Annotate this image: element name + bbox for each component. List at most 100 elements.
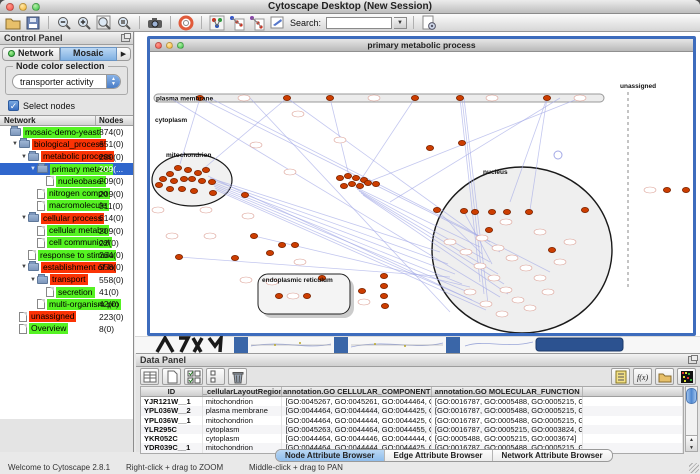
tree-row[interactable]: ▼establishment of lo558(0) (0, 261, 133, 273)
unselect-attributes-icon[interactable] (206, 368, 225, 385)
tree-row[interactable]: mosaic-demo-yeast874(0) (0, 126, 133, 138)
network-node[interactable] (208, 179, 215, 184)
select-attributes-icon[interactable] (184, 368, 203, 385)
delete-attribute-icon[interactable] (228, 368, 247, 385)
search-config-icon[interactable] (420, 15, 438, 31)
network-node[interactable] (344, 173, 351, 178)
annotation-icon[interactable] (268, 15, 286, 31)
network-node[interactable] (266, 250, 273, 255)
zoom-selected-icon[interactable] (115, 15, 133, 31)
expander-icon[interactable]: ▼ (20, 215, 28, 221)
network-node[interactable] (188, 176, 195, 181)
attribute-table-icon[interactable] (140, 368, 159, 385)
network-node[interactable] (411, 95, 418, 100)
column-header[interactable]: ID (141, 387, 203, 396)
network-node[interactable] (488, 209, 495, 214)
snapshot-icon[interactable] (146, 15, 164, 31)
network-node[interactable] (471, 209, 478, 214)
network-node[interactable] (190, 188, 197, 193)
network-node[interactable] (503, 209, 510, 214)
tree-row[interactable]: nucleobase-209(0) (0, 175, 133, 187)
window-titlebar[interactable]: Cytoscape Desktop (New Session) (0, 0, 700, 14)
tree-row[interactable]: cell communicat22(0) (0, 237, 133, 249)
tree-row[interactable]: nitrogen compo209(0) (0, 187, 133, 199)
layout-icon[interactable] (208, 15, 226, 31)
network-node[interactable] (231, 255, 238, 260)
network-node[interactable] (485, 227, 492, 232)
zoom-in-icon[interactable] (75, 15, 93, 31)
tree-row[interactable]: Overview8(0) (0, 323, 133, 335)
tree-row[interactable]: ▼transport558(0) (0, 274, 133, 286)
network-node[interactable] (458, 140, 465, 145)
network-node[interactable] (209, 190, 216, 195)
network-node[interactable] (460, 208, 467, 213)
network-node[interactable] (155, 182, 162, 187)
import-attributes-icon[interactable] (655, 368, 674, 385)
network-node[interactable] (166, 171, 173, 176)
network-node[interactable] (275, 293, 282, 298)
resize-grip[interactable] (689, 463, 699, 473)
network-node[interactable] (348, 181, 355, 186)
help-icon[interactable] (177, 15, 195, 31)
tree-row[interactable]: ▼biological_process651(0) (0, 138, 133, 150)
network-node[interactable] (525, 209, 532, 214)
expander-icon[interactable]: ▼ (20, 154, 28, 160)
tree-row[interactable]: ▼metabolic process280(0) (0, 151, 133, 163)
network-node[interactable] (426, 145, 433, 150)
network-node[interactable] (202, 167, 209, 172)
network-node[interactable] (291, 242, 298, 247)
network-node[interactable] (548, 247, 555, 252)
expander-icon[interactable]: ▼ (11, 141, 19, 147)
table-row[interactable]: YPL036W__1mitochondrion[GO:0044464, GO:0… (141, 416, 683, 425)
zoom-out-icon[interactable] (55, 15, 73, 31)
network-node[interactable] (178, 186, 185, 191)
network-window-titlebar[interactable]: primary metabolic process (150, 39, 693, 52)
network-node[interactable] (174, 165, 181, 170)
table-row[interactable]: YPL036W__2plasma membrane[GO:0044464, GO… (141, 406, 683, 415)
heatmap-icon[interactable] (677, 368, 696, 385)
network-node[interactable] (364, 180, 371, 185)
tree-row[interactable]: macromolecule311(0) (0, 200, 133, 212)
network-node[interactable] (352, 175, 359, 180)
expander-icon[interactable]: ▼ (29, 277, 37, 283)
network-node[interactable] (380, 293, 387, 298)
node-color-dropdown[interactable]: transporter activity ▲▼ (12, 74, 121, 89)
network-node[interactable] (159, 176, 166, 181)
new-attribute-icon[interactable] (162, 368, 181, 385)
table-scrollbar[interactable]: ▲▼ (685, 386, 698, 452)
network-node[interactable] (241, 192, 248, 197)
column-header[interactable]: annotation.GO MOLECULAR_FUNCTION (432, 387, 583, 396)
network-node[interactable] (682, 187, 689, 192)
network-node[interactable] (381, 303, 388, 308)
more-tabs-icon[interactable]: ▶ (117, 47, 131, 61)
save-button[interactable] (24, 15, 42, 31)
network-node[interactable] (166, 186, 173, 191)
tree-row[interactable]: ▼primary metabo209(... (0, 163, 133, 175)
network-node[interactable] (356, 183, 363, 188)
tab-edge-attribute-browser[interactable]: Edge Attribute Browser (385, 450, 493, 461)
network-node[interactable] (278, 242, 285, 247)
network-node[interactable] (358, 288, 365, 293)
search-dropdown-icon[interactable]: ▼ (394, 17, 407, 29)
tree-row[interactable]: cellular metabo209(0) (0, 224, 133, 236)
table-row[interactable]: YLR295Ccytoplasm[GO:0045263, GO:0044464,… (141, 425, 683, 434)
network-node[interactable] (581, 207, 588, 212)
network-node[interactable] (663, 187, 670, 192)
open-file-button[interactable] (4, 15, 22, 31)
attribute-list-icon[interactable] (611, 368, 630, 385)
expand-neighbors-icon[interactable] (248, 15, 266, 31)
network-node[interactable] (380, 283, 387, 288)
column-header[interactable]: annotation.GO CELLULAR_COMPONENT (282, 387, 431, 396)
network-node[interactable] (433, 207, 440, 212)
search-input[interactable] (326, 17, 392, 29)
column-header[interactable]: _cellularLayoutRegion (203, 387, 283, 396)
network-node[interactable] (326, 95, 333, 100)
network-node[interactable] (380, 273, 387, 278)
table-row[interactable]: YJR121W__1mitochondrion[GO:0045267, GO:0… (141, 397, 683, 406)
network-window[interactable]: primary metabolic process plasma membran… (147, 36, 696, 336)
select-nodes-checkbox[interactable]: ✓ (8, 100, 19, 111)
tree-row[interactable]: multi-organism pro42(0) (0, 298, 133, 310)
float-panel-icon[interactable] (688, 356, 697, 364)
float-panel-icon[interactable] (121, 34, 130, 42)
tree-row[interactable]: secretion41(0) (0, 286, 133, 298)
